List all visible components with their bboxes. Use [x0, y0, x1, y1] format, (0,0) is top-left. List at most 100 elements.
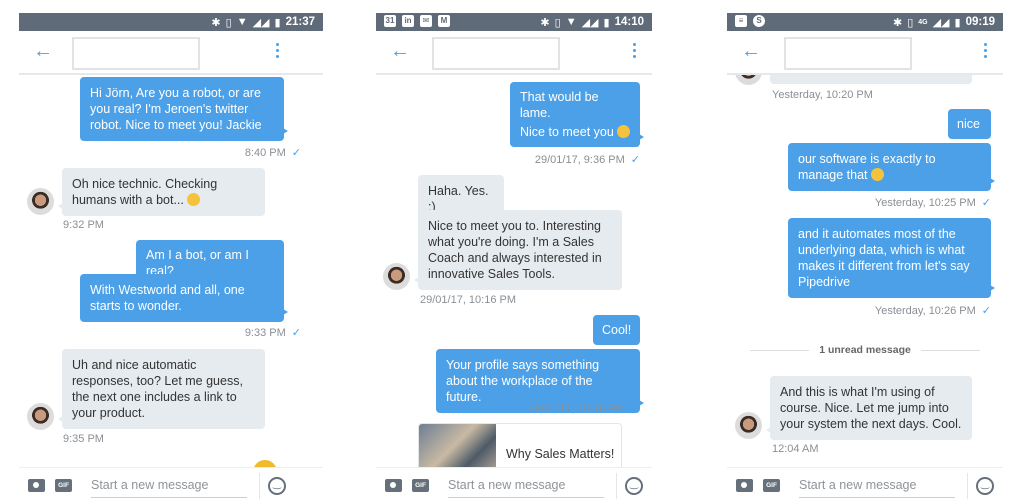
message-timestamp: 29/01/17, 10:16 PM ✓: [529, 402, 640, 415]
chat-header: ←: [727, 31, 1003, 75]
more-options-icon[interactable]: [984, 43, 988, 61]
linkedin-icon: in: [402, 15, 414, 27]
avatar[interactable]: [383, 263, 410, 290]
message-text: That would be lame.: [520, 90, 599, 120]
avatar[interactable]: [27, 403, 54, 430]
status-bar: ≡ S ✱ ▯ 4G ◢◢ ▮ 09:19: [727, 13, 1003, 31]
incoming-message: Oh nice technic. Checking humans with a …: [58, 168, 265, 216]
unread-label: 1 unread message: [819, 344, 911, 356]
outgoing-message: Nice to meet you: [510, 117, 644, 147]
signal-icon: ◢◢: [581, 16, 599, 29]
message-text: And this is what I'm using of course. Ni…: [780, 385, 962, 431]
message-timestamp: 9:32 PM: [63, 219, 104, 231]
timestamp-text: 8:40 PM: [244, 147, 286, 159]
emoji-picker-icon[interactable]: ‿: [625, 477, 643, 495]
read-check-icon: ✓: [981, 197, 991, 209]
status-time: 14:10: [614, 16, 644, 28]
message-timestamp: Yesterday, 10:20 PM: [772, 89, 873, 101]
unread-divider: 1 unread message: [750, 344, 981, 356]
outgoing-message: Cool!: [593, 315, 640, 345]
message-timestamp: Yesterday, 10:25 PM ✓: [875, 196, 991, 209]
timestamp-text: Yesterday, 10:25 PM: [874, 197, 976, 209]
message-timestamp: 9:35 PM: [63, 433, 104, 445]
chat-header: ←: [376, 31, 652, 75]
emoji-picker-icon[interactable]: ‿: [976, 477, 994, 495]
wifi-icon: ▼: [236, 16, 248, 28]
divider: [616, 473, 617, 499]
outgoing-message: With Westworld and all, one starts to wo…: [80, 274, 288, 322]
divider: [967, 473, 968, 499]
message-timestamp: 12:04 AM: [772, 443, 819, 455]
calendar-icon: 31: [384, 15, 396, 27]
read-check-icon: ✓: [291, 327, 301, 339]
avatar[interactable]: [27, 188, 54, 215]
outgoing-message: our software is exactly to manage that: [788, 143, 995, 191]
vibrate-icon: ▯: [907, 16, 914, 29]
message-text: Nice to meet you: [520, 125, 614, 139]
app-notification-icon: S: [753, 15, 765, 27]
timestamp-text: 29/01/17, 9:36 PM: [534, 154, 625, 166]
battery-icon: ▮: [603, 16, 610, 29]
bluetooth-icon: ✱: [540, 16, 550, 29]
message-timestamp: 29/01/17, 10:16 PM: [420, 294, 517, 306]
timestamp-text: Yesterday, 10:26 PM: [874, 305, 976, 317]
read-check-icon: ✓: [630, 154, 640, 166]
divider: [259, 473, 260, 499]
back-arrow-icon[interactable]: ←: [390, 41, 410, 61]
divider-line: [920, 349, 981, 351]
divider-line: [750, 349, 810, 351]
timestamp-text: 29/01/17, 10:16 PM: [528, 403, 625, 415]
gif-button[interactable]: GIF: [55, 479, 72, 492]
message-input[interactable]: Start a new message: [448, 478, 604, 498]
camera-icon[interactable]: [736, 479, 753, 492]
message-text: Hi Jörn, Are you a robot, or are you rea…: [90, 86, 262, 132]
emoji-picker-icon[interactable]: ‿: [268, 477, 286, 495]
battery-icon: ▮: [954, 16, 961, 29]
message-text: With Westworld and all, one starts to wo…: [90, 283, 245, 313]
status-time: 09:19: [965, 16, 995, 28]
back-arrow-icon[interactable]: ←: [33, 41, 53, 61]
read-check-icon: ✓: [981, 305, 991, 317]
read-check-icon: ✓: [291, 147, 301, 159]
chat-screen-2: 31 in ✉ M ✱ ▯ ▼ ◢◢ ▮ 14:10 ← That would …: [376, 0, 652, 500]
redacted-contact-name: [784, 37, 912, 70]
message-input[interactable]: Start a new message: [799, 478, 955, 498]
message-text: and it automates most of the underlying …: [798, 227, 970, 289]
camera-icon[interactable]: [385, 479, 402, 492]
message-text: Your profile says something about the wo…: [446, 358, 600, 404]
wifi-icon: ▼: [565, 16, 577, 28]
face-with-tongue-icon: [616, 125, 630, 138]
timestamp-text: 9:33 PM: [244, 327, 286, 339]
outgoing-message: Hi Jörn, Are you a robot, or are you rea…: [80, 77, 288, 141]
incoming-message: Uh and nice automatic responses, too? Le…: [58, 349, 265, 429]
smiling-face-icon: [870, 168, 884, 181]
avatar[interactable]: [735, 412, 762, 439]
gif-button[interactable]: GIF: [763, 479, 780, 492]
message-text: our software is exactly to manage that: [798, 152, 936, 182]
message-composer: GIF Start a new message ‿: [727, 467, 1003, 500]
signal-icon: ◢◢: [252, 16, 270, 29]
message-notification-icon: ≡: [735, 15, 747, 27]
camera-icon[interactable]: [28, 479, 45, 492]
status-bar: ✱ ▯ ▼ ◢◢ ▮ 21:37: [19, 13, 323, 31]
message-composer: GIF Start a new message ‿: [19, 467, 323, 500]
battery-icon: ▮: [274, 16, 281, 29]
incoming-message: Nice to meet you to. Interesting what yo…: [414, 210, 622, 290]
incoming-message: And this is what I'm using of course. Ni…: [766, 376, 972, 440]
message-input[interactable]: Start a new message: [91, 478, 247, 498]
more-options-icon[interactable]: [276, 43, 280, 61]
more-options-icon[interactable]: [633, 43, 637, 61]
read-check-icon: ✓: [630, 403, 640, 415]
message-timestamp: Yesterday, 10:26 PM ✓: [875, 304, 991, 317]
gif-button[interactable]: GIF: [412, 479, 429, 492]
back-arrow-icon[interactable]: ←: [741, 41, 761, 61]
message-timestamp: 8:40 PM ✓: [245, 146, 301, 159]
message-text: Nice to meet you to. Interesting what yo…: [428, 219, 602, 281]
bluetooth-icon: ✱: [211, 16, 221, 29]
link-preview-title: Why Sales Matters!: [506, 447, 615, 461]
gmail-icon: M: [438, 15, 450, 27]
message-timestamp: 9:33 PM ✓: [245, 326, 301, 339]
message-timestamp: 29/01/17, 9:36 PM ✓: [535, 153, 640, 166]
redacted-contact-name: [432, 37, 560, 70]
face-with-tongue-icon: [186, 193, 200, 206]
